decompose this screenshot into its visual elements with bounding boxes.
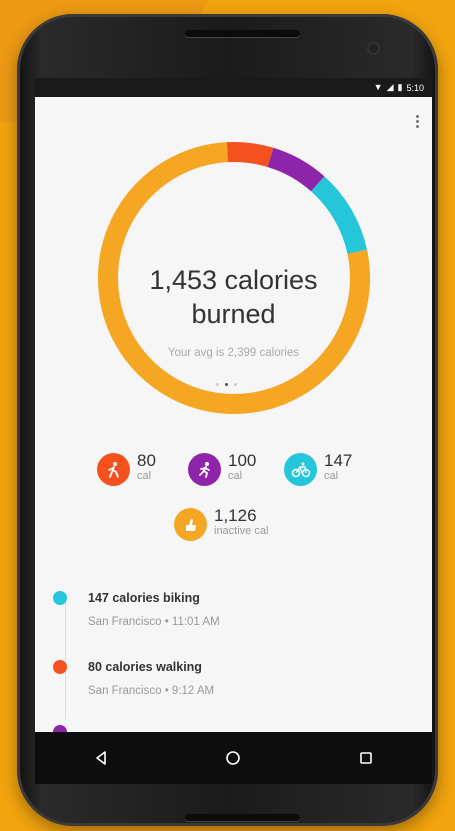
overflow-menu-icon[interactable] <box>416 115 420 128</box>
timeline-line <box>65 599 66 719</box>
back-button[interactable] <box>81 738 121 778</box>
status-time: 5:10 <box>406 82 424 93</box>
ring-segment-running <box>267 147 325 192</box>
ring-segment-biking <box>310 176 368 255</box>
front-camera <box>369 44 378 53</box>
earpiece-speaker <box>185 30 300 37</box>
stat-value: 80 <box>137 451 156 470</box>
page-dot <box>234 383 237 386</box>
biking-icon <box>284 453 317 486</box>
stat-running[interactable]: 100 cal <box>188 451 256 486</box>
stat-value: 147 <box>324 451 353 470</box>
timeline-item-title[interactable]: 147 calories biking <box>88 591 200 605</box>
phone-screen: ▼ ◢ ▮ 5:10 1,453 calories burned Your av… <box>35 78 432 784</box>
inactive-icon <box>174 508 207 541</box>
stat-unit: cal <box>324 470 339 482</box>
walking-icon <box>97 453 130 486</box>
status-bar: ▼ ◢ ▮ 5:10 <box>35 78 432 97</box>
page-indicator[interactable] <box>216 383 237 386</box>
average-calories: Your avg is 2,399 calories <box>167 347 300 359</box>
back-icon <box>96 751 106 765</box>
battery-icon: ▮ <box>397 82 403 92</box>
timeline-dot <box>53 660 67 674</box>
page-dot-active <box>225 383 228 386</box>
headline-label: burned <box>191 299 276 329</box>
home-button[interactable] <box>213 738 253 778</box>
recents-button[interactable] <box>346 738 386 778</box>
stat-unit: cal <box>228 470 243 482</box>
timeline-item-subtitle: San Francisco • 11:01 AM <box>88 616 220 628</box>
android-nav-bar <box>35 732 432 784</box>
stat-biking[interactable]: 147 cal <box>284 451 352 486</box>
bottom-speaker <box>185 814 300 821</box>
stat-value: 100 <box>228 451 257 470</box>
signal-icon: ◢ <box>386 82 394 92</box>
page-dot <box>216 383 219 386</box>
stat-unit: cal <box>137 470 152 482</box>
recents-icon <box>360 752 372 764</box>
stat-walking[interactable]: 80 cal <box>97 451 156 486</box>
stat-unit: inactive cal <box>214 525 269 537</box>
fit-app: 1,453 calories burned Your avg is 2,399 … <box>35 97 432 732</box>
headline-value: 1,453 calories <box>149 265 318 295</box>
wifi-icon: ▼ <box>373 82 383 92</box>
ring-segment-walking <box>226 142 274 168</box>
stat-inactive[interactable]: 1,126 inactive cal <box>174 506 268 541</box>
timeline-dot <box>53 725 67 732</box>
timeline-dot <box>53 591 67 605</box>
home-icon <box>226 751 241 765</box>
stat-value: 1,126 <box>214 506 257 525</box>
timeline-item-subtitle: San Francisco • 9:12 AM <box>88 685 215 697</box>
calories-headline: 1,453 calories burned <box>35 263 432 331</box>
timeline-item-title[interactable]: 80 calories walking <box>88 660 202 674</box>
running-icon <box>188 453 221 486</box>
